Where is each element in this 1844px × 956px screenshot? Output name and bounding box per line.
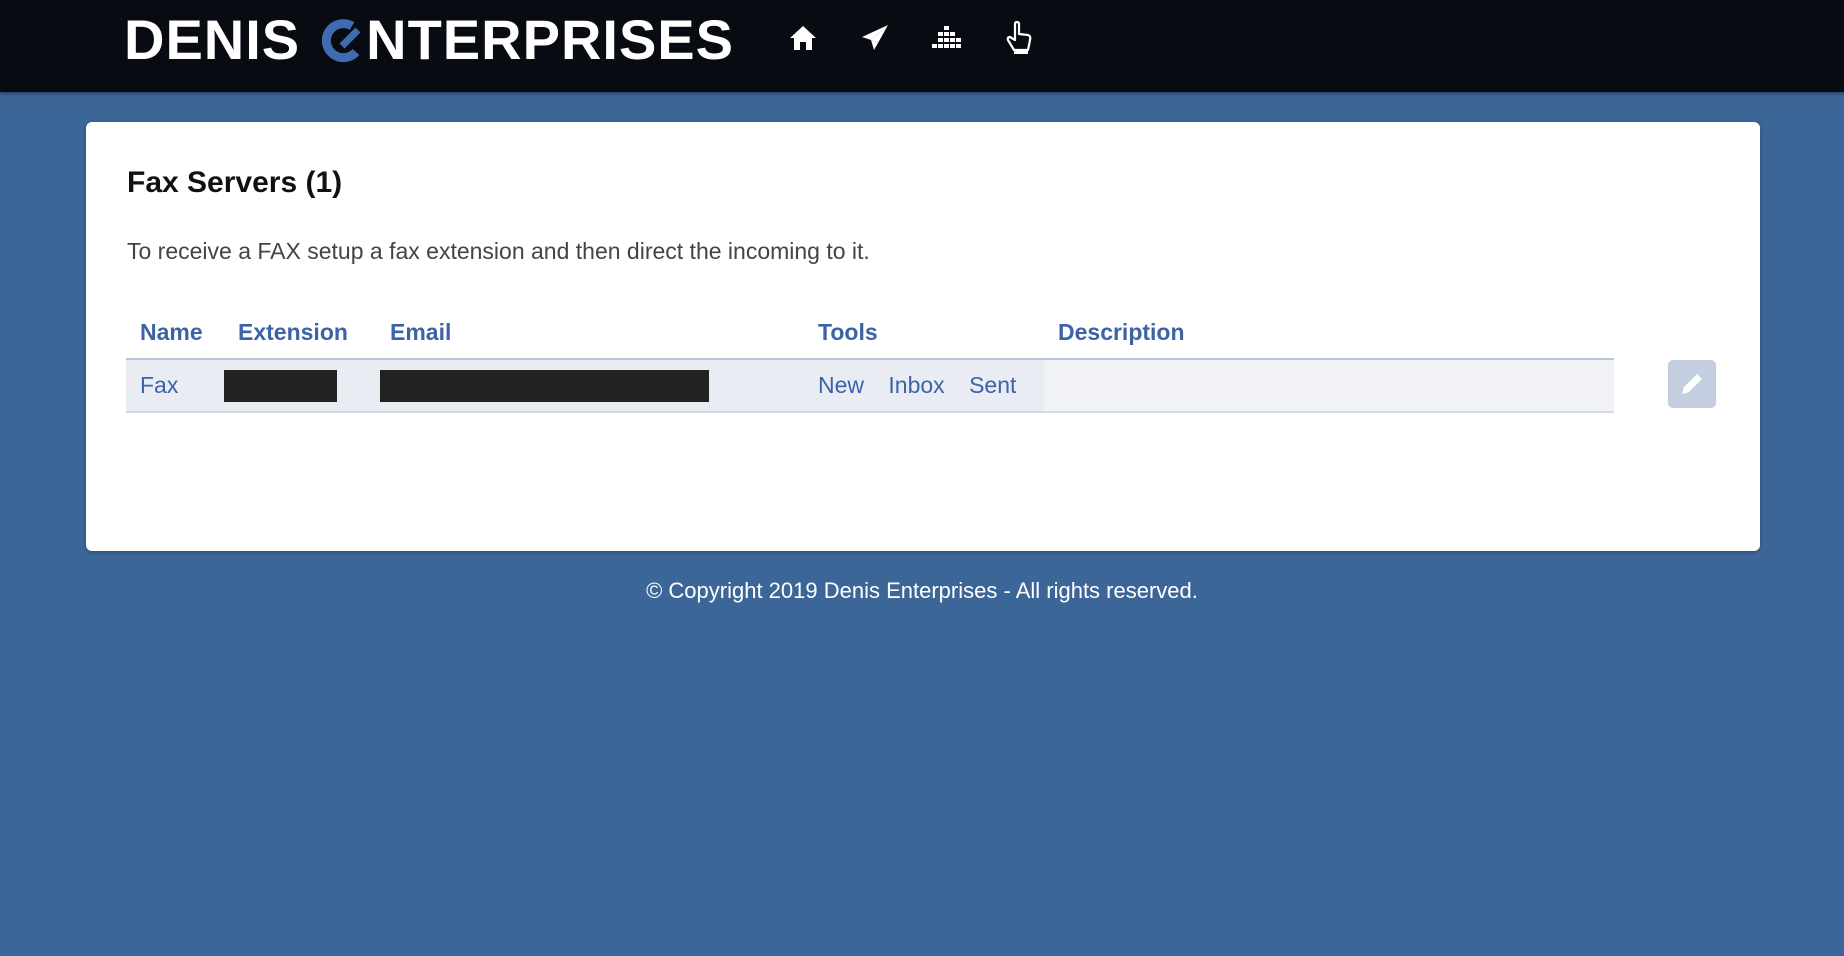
email-cell bbox=[376, 359, 804, 413]
table-row: Fax New Inbox Sent bbox=[126, 359, 1614, 413]
column-header-description[interactable]: Description bbox=[1044, 302, 1614, 360]
column-header-extension[interactable]: Extension bbox=[224, 302, 376, 360]
page-description: To receive a FAX setup a fax extension a… bbox=[127, 238, 870, 264]
new-fax-link[interactable]: New bbox=[818, 372, 864, 398]
paper-plane-icon[interactable] bbox=[858, 18, 892, 58]
column-header-email[interactable]: Email bbox=[376, 302, 804, 360]
dashboard-icon[interactable] bbox=[930, 18, 964, 58]
edit-button[interactable] bbox=[1668, 360, 1716, 408]
fax-name-cell[interactable]: Fax bbox=[126, 359, 224, 413]
tools-cell: New Inbox Sent bbox=[804, 359, 1044, 413]
sent-link[interactable]: Sent bbox=[969, 372, 1016, 398]
footer-copyright: © Copyright 2019 Denis Enterprises - All… bbox=[646, 578, 1198, 603]
fax-name-link[interactable]: Fax bbox=[140, 372, 178, 398]
logo-word-denis: DENIS bbox=[124, 8, 301, 71]
description-cell bbox=[1044, 359, 1614, 413]
logo-e-mark-icon bbox=[322, 19, 361, 63]
fax-servers-table: Name Extension Email Tools Description F… bbox=[126, 302, 1614, 413]
nav-icon-bar bbox=[786, 18, 1036, 58]
page-title: Fax Servers (1) bbox=[127, 166, 343, 199]
column-header-name[interactable]: Name bbox=[126, 302, 224, 360]
logo-word-nterprises: NTERPRISES bbox=[366, 8, 735, 71]
pointer-hand-icon[interactable] bbox=[1002, 18, 1036, 58]
column-header-tools: Tools bbox=[804, 302, 1044, 360]
brand-logo[interactable]: DENIS NTERPRISES bbox=[124, 12, 734, 68]
table-header-row: Name Extension Email Tools Description bbox=[126, 302, 1614, 360]
fax-servers-panel: Fax Servers (1) To receive a FAX setup a… bbox=[86, 122, 1760, 551]
extension-cell bbox=[224, 359, 376, 413]
redacted-email bbox=[380, 369, 709, 402]
top-navbar: DENIS NTERPRISES bbox=[0, 0, 1844, 92]
home-icon[interactable] bbox=[786, 18, 820, 58]
redacted-extension bbox=[224, 369, 337, 402]
inbox-link[interactable]: Inbox bbox=[888, 372, 944, 398]
pencil-icon bbox=[1682, 374, 1702, 394]
